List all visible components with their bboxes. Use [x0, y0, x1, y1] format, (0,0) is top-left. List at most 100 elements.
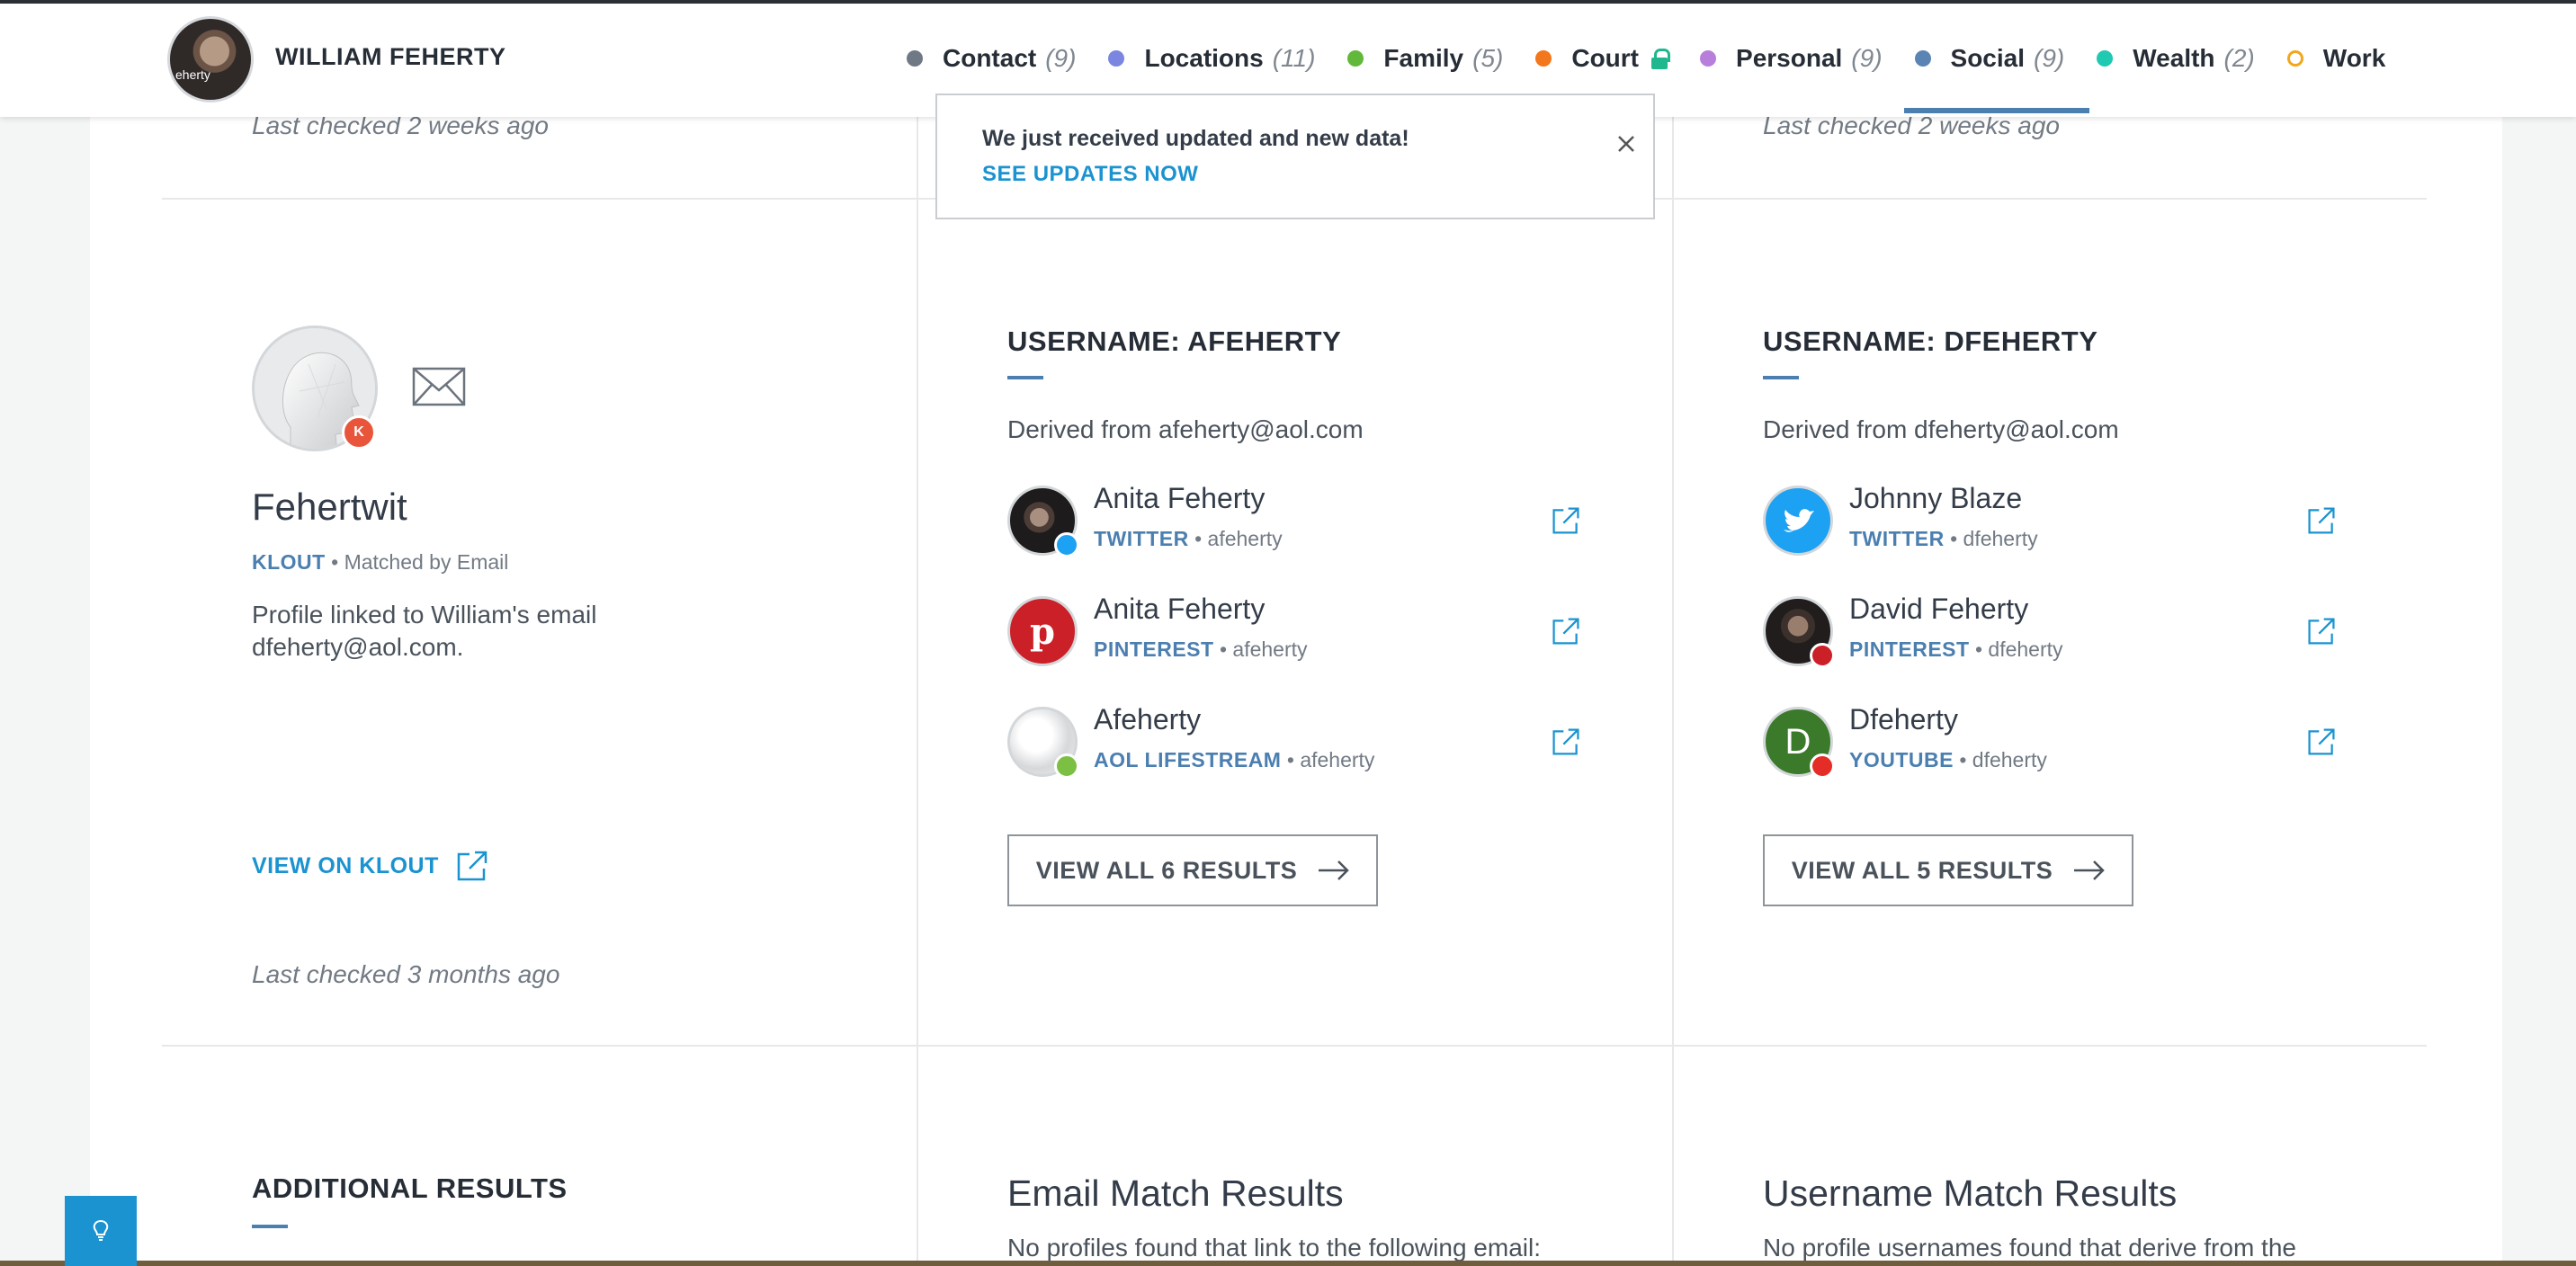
- profile-row[interactable]: Johnny Blaze TWITTER • dfeherty: [1763, 482, 2339, 566]
- profile-handle: afeherty: [1232, 637, 1308, 661]
- twitter-badge-icon: [1054, 532, 1079, 557]
- nav-tab-count: (2): [2223, 44, 2255, 72]
- profile-name: Dfeherty: [1849, 703, 1958, 736]
- external-link-icon[interactable]: [2306, 505, 2337, 536]
- social-dot-icon: [1914, 50, 1931, 67]
- nav-tab-label: Locations: [1144, 44, 1264, 72]
- tips-button[interactable]: [65, 1196, 137, 1266]
- pinterest-logo-icon: p: [1007, 596, 1078, 666]
- profile-handle: afeherty: [1207, 527, 1283, 550]
- profile-meta: PINTEREST • dfeherty: [1849, 637, 2063, 661]
- profile-handle: afeherty: [1300, 748, 1375, 771]
- nav-tab-count: (5): [1472, 44, 1504, 72]
- heading-underline: [1763, 376, 1799, 379]
- external-link-icon[interactable]: [1551, 727, 1581, 757]
- column-divider: [917, 117, 918, 1266]
- nav-tab-work[interactable]: Work: [2271, 0, 2411, 117]
- view-all-results-button[interactable]: VIEW ALL 5 RESULTS: [1763, 834, 2133, 906]
- nav-tab-label: Work: [2322, 44, 2386, 72]
- arrow-right-icon: [1319, 860, 1350, 880]
- avatar[interactable]: eherty: [167, 16, 254, 103]
- mail-icon: [412, 367, 466, 406]
- arrow-right-icon: [2074, 860, 2106, 880]
- profile-name: Anita Feherty: [1094, 482, 1266, 514]
- view-on-klout-label: VIEW ON KLOUT: [252, 852, 439, 878]
- contact-dot-icon: [907, 50, 923, 67]
- profile-handle: dfeherty: [1988, 637, 2063, 661]
- locations-dot-icon: [1108, 50, 1125, 67]
- nav-tab-label: Contact: [943, 44, 1037, 72]
- view-all-results-button[interactable]: VIEW ALL 6 RESULTS: [1007, 834, 1378, 906]
- lock-icon: [1651, 49, 1671, 69]
- additional-results-heading: ADDITIONAL RESULTS: [252, 1172, 568, 1204]
- svg-text:p: p: [1030, 611, 1055, 653]
- nav-tab-label: Family: [1383, 44, 1464, 72]
- klout-source: KLOUT: [252, 550, 326, 574]
- profile-handle: dfeherty: [1972, 748, 2047, 771]
- email-match-text: No profiles found that link to the follo…: [1007, 1234, 1541, 1262]
- avatar-caption: eherty: [175, 67, 210, 82]
- derived-from: Derived from afeherty@aol.com: [1007, 415, 1364, 443]
- nav-tab-count: (9): [1851, 44, 1883, 72]
- lightbulb-icon: [93, 1219, 109, 1241]
- nav-tab-label: Personal: [1736, 44, 1843, 72]
- profile-row[interactable]: Anita Feherty TWITTER • afeherty: [1007, 482, 1583, 566]
- profile-meta: PINTEREST • afeherty: [1094, 637, 1308, 661]
- klout-match-type: Matched by Email: [344, 550, 509, 574]
- see-updates-link[interactable]: SEE UPDATES NOW: [982, 162, 1198, 187]
- view-all-label: VIEW ALL 5 RESULTS: [1791, 856, 2053, 884]
- profile-site: PINTEREST: [1094, 637, 1214, 661]
- nav-tab-count: (11): [1272, 44, 1316, 72]
- court-dot-icon: [1535, 50, 1552, 67]
- profile-meta: TWITTER • dfeherty: [1849, 527, 2038, 550]
- profile-site: TWITTER: [1849, 527, 1945, 550]
- profile-meta: AOL LIFESTREAM • afeherty: [1094, 748, 1375, 771]
- notification-message: We just received updated and new data!: [982, 126, 1409, 151]
- youtube-badge-icon: [1810, 753, 1835, 779]
- profile-name: David Feherty: [1849, 593, 2029, 625]
- heading-underline: [1007, 376, 1043, 379]
- external-link-icon[interactable]: [2306, 727, 2337, 757]
- klout-description: Profile linked to William's email dfeher…: [252, 601, 597, 661]
- external-link-icon[interactable]: [1551, 505, 1581, 536]
- external-link-icon[interactable]: [2306, 616, 2337, 646]
- row-divider: [162, 1045, 2427, 1047]
- update-notification: We just received updated and new data! S…: [935, 94, 1655, 219]
- nav-tab-wealth[interactable]: Wealth (2): [2080, 0, 2271, 117]
- view-on-klout-link[interactable]: VIEW ON KLOUT: [252, 849, 489, 883]
- username-match-title: Username Match Results: [1763, 1172, 2178, 1214]
- nav-tab-count: (9): [1045, 44, 1077, 72]
- klout-badge-icon: K: [342, 415, 376, 450]
- wealth-dot-icon: [2097, 50, 2114, 67]
- pinterest-badge-icon: [1810, 643, 1835, 668]
- heading-underline: [252, 1225, 288, 1228]
- external-link-icon: [457, 851, 487, 881]
- close-icon[interactable]: [1614, 131, 1639, 156]
- profile-row[interactable]: David Feherty PINTEREST • dfeherty: [1763, 593, 2339, 677]
- column-divider: [1672, 117, 1674, 1266]
- nav-tab-label: Court: [1571, 44, 1640, 72]
- klout-last-checked: Last checked 3 months ago: [252, 960, 560, 988]
- view-all-label: VIEW ALL 6 RESULTS: [1035, 856, 1298, 884]
- profile-row[interactable]: p Anita Feherty PINTEREST • afeherty: [1007, 593, 1583, 677]
- profile-handle: dfeherty: [1963, 527, 2038, 550]
- external-link-icon[interactable]: [1551, 616, 1581, 646]
- profile-site: YOUTUBE: [1849, 748, 1954, 771]
- nav-tab-label: Social: [1950, 44, 2026, 72]
- nav-tab-social[interactable]: Social (9): [1899, 0, 2089, 117]
- klout-source-line: KLOUT • Matched by Email: [252, 550, 509, 574]
- profile-meta: YOUTUBE • dfeherty: [1849, 748, 2047, 771]
- profile-name: Afeherty: [1094, 703, 1202, 736]
- klout-profile-name: Fehertwit: [252, 486, 407, 528]
- derived-from: Derived from dfeherty@aol.com: [1763, 415, 2119, 443]
- profile-site: AOL LIFESTREAM: [1094, 748, 1282, 771]
- profile-row[interactable]: Afeherty AOL LIFESTREAM • afeherty: [1007, 703, 1583, 788]
- profile-name: Anita Feherty: [1094, 593, 1266, 625]
- profile-site: TWITTER: [1094, 527, 1189, 550]
- email-match-title: Email Match Results: [1007, 1172, 1344, 1214]
- username-heading: USERNAME: DFEHERTY: [1763, 325, 2098, 357]
- person-name: WILLIAM FEHERTY: [275, 43, 506, 70]
- username-heading: USERNAME: AFEHERTY: [1007, 325, 1342, 357]
- nav-tab-personal[interactable]: Personal (9): [1684, 0, 1899, 117]
- profile-row[interactable]: D Dfeherty YOUTUBE • dfeherty: [1763, 703, 2339, 788]
